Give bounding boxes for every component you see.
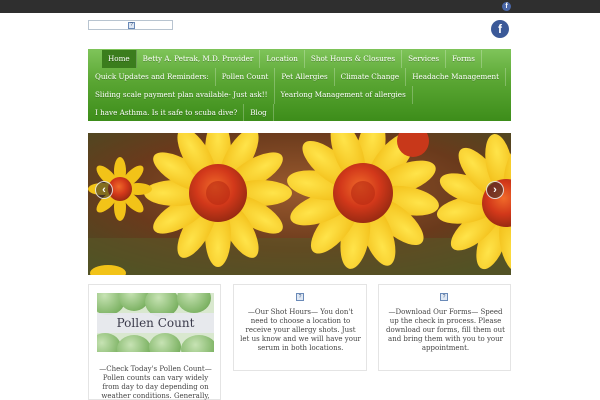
- nav-item-blog[interactable]: Blog: [244, 104, 274, 122]
- broken-image-icon: ?: [296, 293, 304, 301]
- broken-image-icon: ?: [128, 22, 135, 29]
- nav-item-climate-change[interactable]: Climate Change: [335, 68, 407, 86]
- nav-item-forms[interactable]: Forms: [446, 50, 482, 68]
- nav-item-sliding-scale[interactable]: Sliding scale payment plan available- Ju…: [88, 86, 275, 104]
- nav-item-pollen-count[interactable]: Pollen Count: [216, 68, 276, 86]
- chevron-right-icon: ›: [493, 184, 497, 196]
- chevron-left-icon: ‹: [102, 184, 106, 196]
- download-forms-text: —Download Our Forms— Speed up the check …: [386, 308, 505, 352]
- nav-row: Sliding scale payment plan available- Ju…: [88, 86, 511, 104]
- nav-item-yearlong[interactable]: Yearlong Management of allergies: [275, 86, 413, 104]
- nav-row: Home Betty A. Petrak, M.D. Provider Loca…: [88, 50, 511, 68]
- nav-item-pet-allergies[interactable]: Pet Allergies: [275, 68, 335, 86]
- nav-item-location[interactable]: Location: [260, 50, 305, 68]
- nav-item-home[interactable]: Home: [102, 50, 137, 68]
- nav-item-headache[interactable]: Headache Management: [406, 68, 507, 86]
- top-bar: f: [0, 0, 600, 13]
- site-logo[interactable]: ?: [88, 20, 173, 30]
- broken-image-icon: ?: [440, 293, 448, 301]
- nav-row: Quick Updates and Reminders: Pollen Coun…: [88, 68, 511, 86]
- facebook-icon[interactable]: f: [502, 2, 511, 11]
- slider-prev-button[interactable]: ‹: [95, 181, 113, 199]
- facebook-icon[interactable]: f: [491, 20, 509, 38]
- slider-next-button[interactable]: ›: [486, 181, 504, 199]
- image-slider[interactable]: ‹ ›: [88, 133, 511, 275]
- nav-item-shot-hours[interactable]: Shot Hours & Closures: [305, 50, 403, 68]
- download-forms-card: ? —Download Our Forms— Speed up the chec…: [378, 284, 511, 371]
- nav-item-scuba[interactable]: I have Asthma. Is it safe to scuba dive?: [88, 104, 245, 122]
- main-navigation: Home Betty A. Petrak, M.D. Provider Loca…: [88, 49, 511, 122]
- flowers-photo: [88, 133, 511, 275]
- nav-item-quick-updates[interactable]: Quick Updates and Reminders:: [88, 68, 216, 86]
- pollen-count-image-title: Pollen Count: [116, 316, 195, 330]
- pollen-count-image[interactable]: Pollen Count: [97, 293, 214, 352]
- nav-item-provider[interactable]: Betty A. Petrak, M.D. Provider: [137, 50, 261, 68]
- pollen-count-card: Pollen Count —Check Today's Pollen Count…: [88, 284, 221, 400]
- shot-hours-text: —Our Shot Hours— You don't need to choos…: [240, 308, 361, 352]
- nav-item-services[interactable]: Services: [402, 50, 447, 68]
- pollen-count-text: —Check Today's Pollen Count— Pollen coun…: [99, 365, 212, 400]
- nav-row: I have Asthma. Is it safe to scuba dive?…: [88, 104, 511, 122]
- shot-hours-card: ? —Our Shot Hours— You don't need to cho…: [233, 284, 367, 371]
